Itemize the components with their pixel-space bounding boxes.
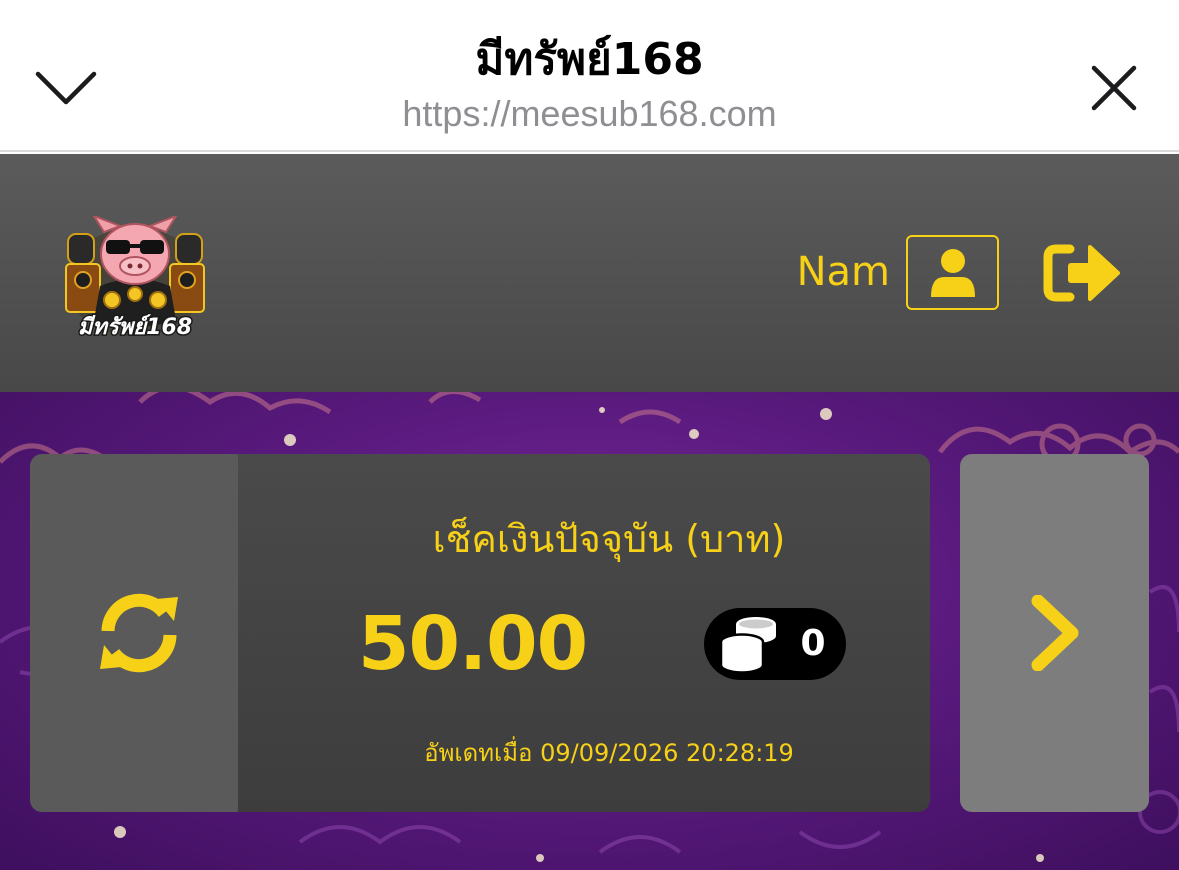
chevron-right-icon [1031, 595, 1078, 671]
user-icon [930, 248, 975, 297]
last-updated-text: อัพเดทเมื่อ 09/09/2026 20:28:19 [424, 739, 794, 767]
close-icon [1091, 65, 1137, 111]
logout-button[interactable] [1040, 236, 1124, 310]
site-url: https://meesub168.com [402, 93, 777, 134]
logout-icon [1043, 244, 1120, 302]
coin-count: 0 [800, 623, 826, 664]
refresh-icon [100, 593, 178, 673]
balance-amount: 50.00 [358, 601, 588, 687]
site-logo[interactable]: มีทรัพย์168 [60, 213, 210, 342]
balance-label: เช็คเงินปัจจุบัน (บาท) [432, 517, 786, 561]
close-button[interactable] [1074, 48, 1154, 128]
balance-card: เช็คเงินปัจจุบัน (บาท) 50.00 0 อัพเดทเมื… [238, 454, 930, 812]
next-button[interactable] [960, 454, 1149, 812]
refresh-balance-button[interactable] [30, 454, 248, 812]
site-title: มีทรัพย์168 [475, 34, 704, 85]
app-header: มีทรัพย์168 Nam [0, 154, 1179, 392]
logo-text: มีทรัพย์168 [78, 314, 192, 340]
wallet-banner: เช็คเงินปัจจุบัน (บาท) 50.00 0 อัพเดทเมื… [0, 392, 1179, 870]
profile-button[interactable] [906, 235, 999, 310]
username-label: Nam [796, 249, 890, 295]
coins-icon [719, 617, 776, 674]
browser-top-bar: มีทรัพย์168 https://meesub168.com [0, 0, 1179, 152]
coin-badge: 0 [704, 608, 846, 680]
pig-mascot-logo: มีทรัพย์168 [65, 213, 205, 342]
